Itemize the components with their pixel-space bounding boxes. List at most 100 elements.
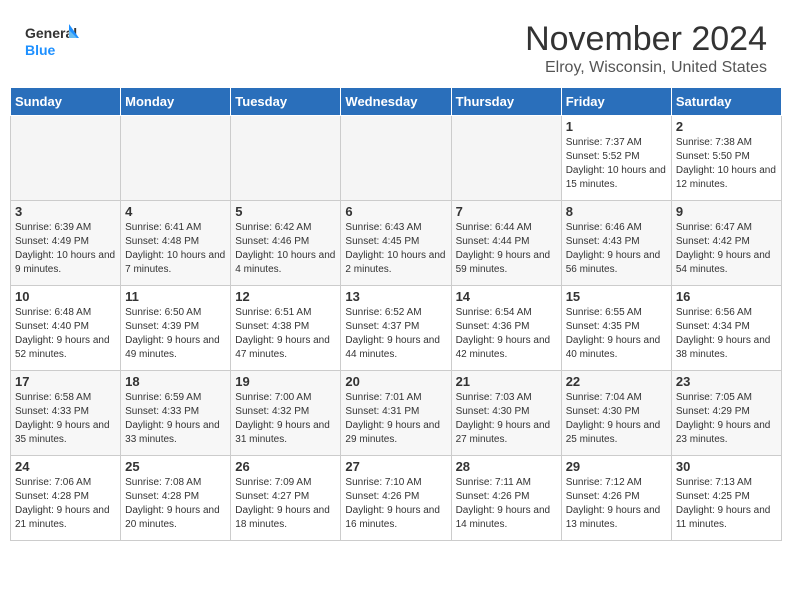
empty-cell-0-2 [231,116,341,201]
day-20: 20 Sunrise: 7:01 AM Sunset: 4:31 PM Dayli… [341,371,451,456]
day-11: 11Sunrise: 6:50 AM Sunset: 4:39 PM Dayli… [121,286,231,371]
day-30: 30 Sunrise: 7:13 AM Sunset: 4:25 PM Dayli… [671,456,781,541]
day-number-12: 12 [235,289,336,304]
day-14: 14 Sunrise: 6:54 AM Sunset: 4:36 PM Dayli… [451,286,561,371]
day-8: 8Sunrise: 6:46 AM Sunset: 4:43 PM Daylig… [561,201,671,286]
day-4: 4Sunrise: 6:41 AM Sunset: 4:48 PM Daylig… [121,201,231,286]
header-tuesday: Tuesday [231,88,341,116]
title-block: November 2024 Elroy, Wisconsin, United S… [525,20,767,77]
header-wednesday: Wednesday [341,88,451,116]
day-2: 2Sunrise: 7:38 AM Sunset: 5:50 PM Daylig… [671,116,781,201]
day-info-23: Sunrise: 7:05 AM Sunset: 4:29 PM Dayligh… [676,391,777,447]
day-1: 1 Sunrise: 7:37 AM Sunset: 5:52 PM Daylig… [561,116,671,201]
day-number-25: 25 [125,459,226,474]
day-info-9: Sunrise: 6:47 AM Sunset: 4:42 PM Dayligh… [676,221,777,277]
day-info-11: Sunrise: 6:50 AM Sunset: 4:39 PM Dayligh… [125,306,226,362]
day-info-30: Sunrise: 7:13 AM Sunset: 4:25 PM Dayligh… [676,476,777,532]
day-number-24: 24 [15,459,116,474]
day-number-16: 16 [676,289,777,304]
day-info-25: Sunrise: 7:08 AM Sunset: 4:28 PM Dayligh… [125,476,226,532]
month-title: November 2024 [525,20,767,59]
day-info-6: Sunrise: 6:43 AM Sunset: 4:45 PM Dayligh… [345,221,446,277]
day-6: 6 Sunrise: 6:43 AM Sunset: 4:45 PM Daylig… [341,201,451,286]
day-info-10: Sunrise: 6:48 AM Sunset: 4:40 PM Dayligh… [15,306,116,362]
day-3: 3 Sunrise: 6:39 AM Sunset: 4:49 PM Daylig… [11,201,121,286]
day-26: 26 Sunrise: 7:09 AM Sunset: 4:27 PM Dayli… [231,456,341,541]
empty-cell-0-4 [451,116,561,201]
day-number-26: 26 [235,459,336,474]
calendar-table: SundayMondayTuesdayWednesdayThursdayFrid… [10,87,782,541]
week-row-5: 24 Sunrise: 7:06 AM Sunset: 4:28 PM Dayli… [11,456,782,541]
week-row-1: 1 Sunrise: 7:37 AM Sunset: 5:52 PM Daylig… [11,116,782,201]
day-21: 21 Sunrise: 7:03 AM Sunset: 4:30 PM Dayli… [451,371,561,456]
day-number-6: 6 [345,204,446,219]
day-27: 27 Sunrise: 7:10 AM Sunset: 4:26 PM Dayli… [341,456,451,541]
day-number-21: 21 [456,374,557,389]
day-9: 9 Sunrise: 6:47 AM Sunset: 4:42 PM Daylig… [671,201,781,286]
day-number-29: 29 [566,459,667,474]
day-info-19: Sunrise: 7:00 AM Sunset: 4:32 PM Dayligh… [235,391,336,447]
calendar-header-row: SundayMondayTuesdayWednesdayThursdayFrid… [11,88,782,116]
day-24: 24 Sunrise: 7:06 AM Sunset: 4:28 PM Dayli… [11,456,121,541]
week-row-2: 3 Sunrise: 6:39 AM Sunset: 4:49 PM Daylig… [11,201,782,286]
day-info-26: Sunrise: 7:09 AM Sunset: 4:27 PM Dayligh… [235,476,336,532]
day-info-8: Sunrise: 6:46 AM Sunset: 4:43 PM Dayligh… [566,221,667,277]
day-13: 13 Sunrise: 6:52 AM Sunset: 4:37 PM Dayli… [341,286,451,371]
day-info-15: Sunrise: 6:55 AM Sunset: 4:35 PM Dayligh… [566,306,667,362]
empty-cell-0-1 [121,116,231,201]
day-number-23: 23 [676,374,777,389]
day-info-2: Sunrise: 7:38 AM Sunset: 5:50 PM Dayligh… [676,136,777,192]
day-number-3: 3 [15,204,116,219]
day-info-12: Sunrise: 6:51 AM Sunset: 4:38 PM Dayligh… [235,306,336,362]
day-info-5: Sunrise: 6:42 AM Sunset: 4:46 PM Dayligh… [235,221,336,277]
logo-icon: General Blue [25,20,80,65]
day-number-13: 13 [345,289,446,304]
day-16: 16 Sunrise: 6:56 AM Sunset: 4:34 PM Dayli… [671,286,781,371]
day-info-13: Sunrise: 6:52 AM Sunset: 4:37 PM Dayligh… [345,306,446,362]
day-10: 10 Sunrise: 6:48 AM Sunset: 4:40 PM Dayli… [11,286,121,371]
header-friday: Friday [561,88,671,116]
day-number-20: 20 [345,374,446,389]
day-12: 12 Sunrise: 6:51 AM Sunset: 4:38 PM Dayli… [231,286,341,371]
day-info-21: Sunrise: 7:03 AM Sunset: 4:30 PM Dayligh… [456,391,557,447]
header-saturday: Saturday [671,88,781,116]
day-23: 23 Sunrise: 7:05 AM Sunset: 4:29 PM Dayli… [671,371,781,456]
day-info-3: Sunrise: 6:39 AM Sunset: 4:49 PM Dayligh… [15,221,116,277]
empty-cell-0-3 [341,116,451,201]
day-info-27: Sunrise: 7:10 AM Sunset: 4:26 PM Dayligh… [345,476,446,532]
day-number-10: 10 [15,289,116,304]
day-number-17: 17 [15,374,116,389]
day-info-7: Sunrise: 6:44 AM Sunset: 4:44 PM Dayligh… [456,221,557,277]
page-header: General Blue November 2024 Elroy, Wiscon… [10,10,782,82]
day-info-29: Sunrise: 7:12 AM Sunset: 4:26 PM Dayligh… [566,476,667,532]
day-number-27: 27 [345,459,446,474]
day-info-28: Sunrise: 7:11 AM Sunset: 4:26 PM Dayligh… [456,476,557,532]
day-number-4: 4 [125,204,226,219]
day-info-22: Sunrise: 7:04 AM Sunset: 4:30 PM Dayligh… [566,391,667,447]
week-row-4: 17Sunrise: 6:58 AM Sunset: 4:33 PM Dayli… [11,371,782,456]
day-29: 29 Sunrise: 7:12 AM Sunset: 4:26 PM Dayli… [561,456,671,541]
day-28: 28 Sunrise: 7:11 AM Sunset: 4:26 PM Dayli… [451,456,561,541]
day-number-9: 9 [676,204,777,219]
day-number-19: 19 [235,374,336,389]
day-info-1: Sunrise: 7:37 AM Sunset: 5:52 PM Dayligh… [566,136,667,192]
day-number-7: 7 [456,204,557,219]
day-number-15: 15 [566,289,667,304]
svg-text:Blue: Blue [25,42,56,58]
day-info-14: Sunrise: 6:54 AM Sunset: 4:36 PM Dayligh… [456,306,557,362]
day-number-1: 1 [566,119,667,134]
day-info-16: Sunrise: 6:56 AM Sunset: 4:34 PM Dayligh… [676,306,777,362]
day-info-24: Sunrise: 7:06 AM Sunset: 4:28 PM Dayligh… [15,476,116,532]
day-17: 17Sunrise: 6:58 AM Sunset: 4:33 PM Dayli… [11,371,121,456]
day-number-30: 30 [676,459,777,474]
day-info-18: Sunrise: 6:59 AM Sunset: 4:33 PM Dayligh… [125,391,226,447]
day-25: 25 Sunrise: 7:08 AM Sunset: 4:28 PM Dayli… [121,456,231,541]
logo: General Blue [25,20,80,65]
day-7: 7 Sunrise: 6:44 AM Sunset: 4:44 PM Daylig… [451,201,561,286]
header-monday: Monday [121,88,231,116]
day-info-20: Sunrise: 7:01 AM Sunset: 4:31 PM Dayligh… [345,391,446,447]
week-row-3: 10 Sunrise: 6:48 AM Sunset: 4:40 PM Dayli… [11,286,782,371]
day-number-5: 5 [235,204,336,219]
day-number-28: 28 [456,459,557,474]
day-number-14: 14 [456,289,557,304]
